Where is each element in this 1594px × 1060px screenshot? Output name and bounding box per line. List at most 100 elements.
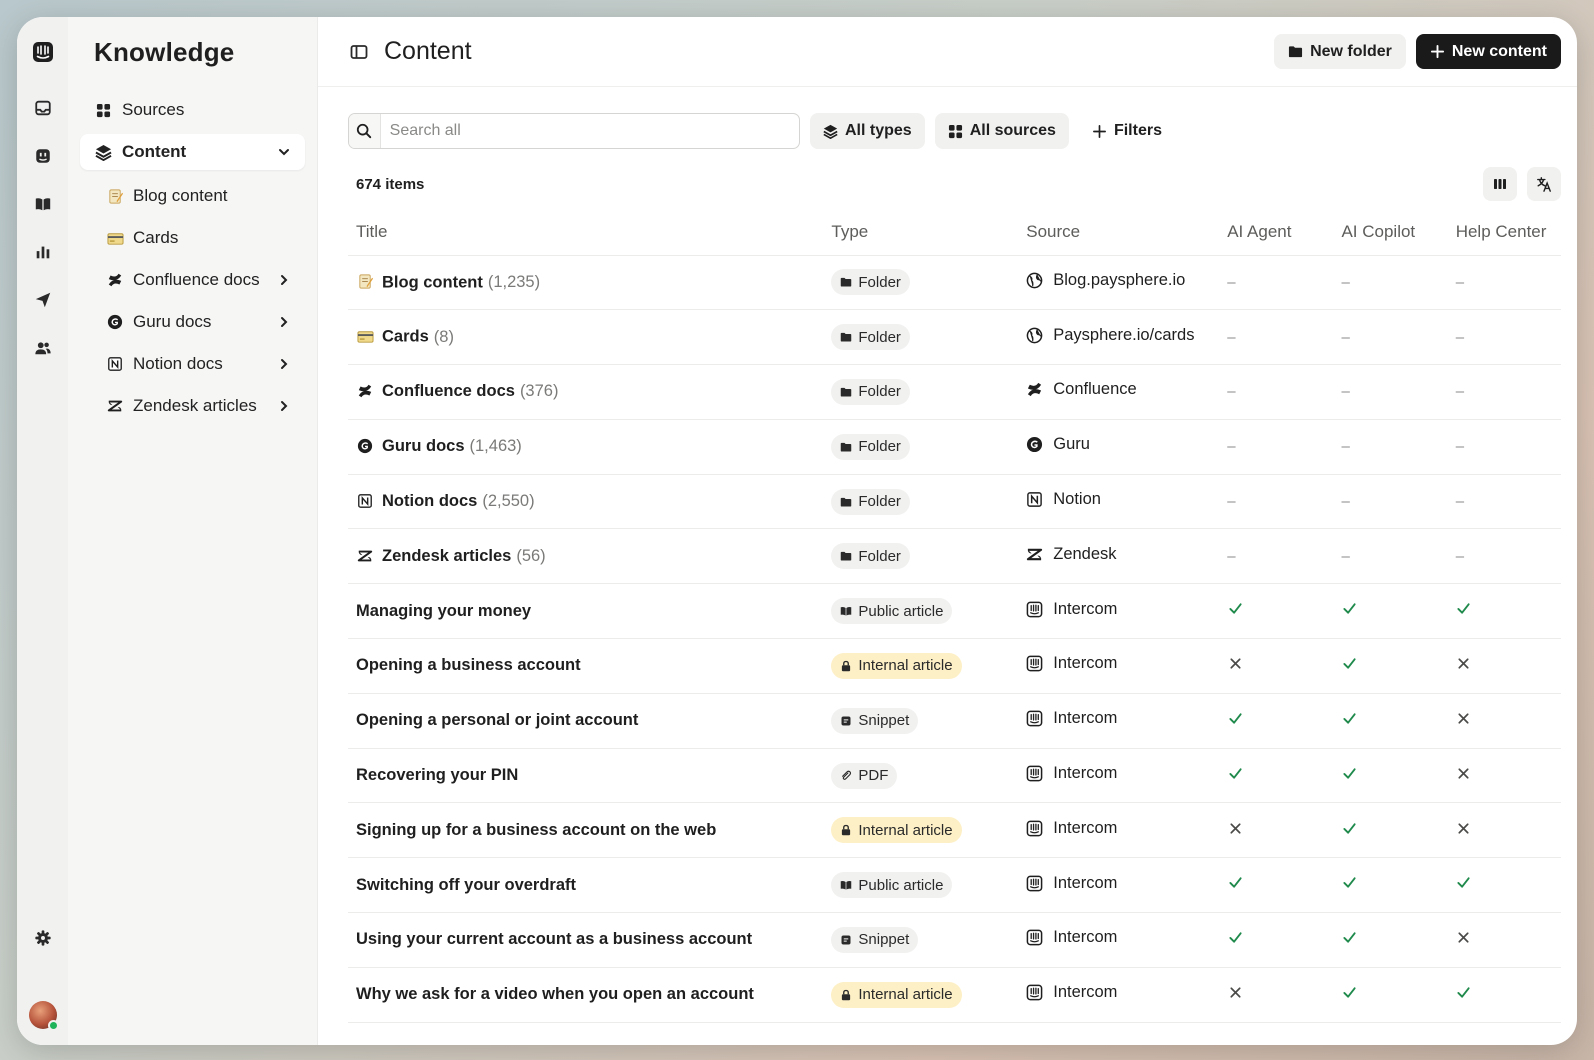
row-title: Why we ask for a video when you open an … (356, 985, 754, 1004)
empty-value: – (1227, 383, 1236, 401)
title-cell[interactable]: Guru docs (1,463) (348, 419, 824, 475)
empty-value: – (1455, 383, 1465, 401)
source-column-cell: Intercom (1018, 693, 1220, 749)
sidebar-folder-item[interactable]: Notion docs (80, 344, 305, 384)
table-row[interactable]: Managing your money Public article Interco… (348, 583, 1561, 640)
table-row[interactable]: Signing up for a business account on the… (348, 802, 1561, 859)
title-cell[interactable]: Blog content (1,235) (348, 255, 824, 311)
fin-icon[interactable] (30, 143, 56, 169)
column-header-type[interactable]: Type (823, 210, 1019, 256)
intercom-icon (1026, 601, 1043, 618)
sidebar-item-label: Content (122, 142, 187, 161)
new-content-button[interactable]: New content (1415, 34, 1561, 69)
chevron-down-icon[interactable] (277, 145, 291, 159)
cross-icon (1456, 820, 1472, 836)
search-input[interactable] (380, 122, 799, 140)
guru-icon (1026, 436, 1043, 453)
help-center-cell: – (1447, 255, 1561, 311)
table-row[interactable]: Opening a personal or joint account Snipp… (348, 693, 1561, 749)
column-header-ai-copilot[interactable]: AI Copilot (1333, 210, 1448, 256)
table-row[interactable]: Cards (8) Folder Paysphere.io/cards – – – (348, 309, 1561, 366)
columns-button[interactable] (1483, 167, 1517, 201)
table-row[interactable]: Opening a business account Internal artic… (348, 638, 1561, 694)
ai-agent-cell: – (1219, 255, 1334, 311)
intercom-icon (1026, 765, 1043, 782)
title-cell[interactable]: Managing your money (348, 583, 824, 640)
ai-agent-cell (1219, 693, 1334, 749)
confluence-icon (106, 271, 124, 289)
row-title: Cards (382, 327, 429, 346)
column-header-help-center[interactable]: Help Center (1447, 210, 1561, 256)
sidebar-folder-item[interactable]: Confluence docs (80, 260, 305, 300)
title-cell[interactable]: Zendesk articles (56) (348, 528, 824, 585)
ai-copilot-cell: – (1333, 474, 1448, 530)
reports-icon[interactable] (30, 239, 56, 265)
sidebar-folder-item[interactable]: Cards (80, 218, 305, 258)
title-cell[interactable]: Recovering your PIN (348, 748, 824, 804)
chevron-right-icon[interactable] (277, 273, 291, 287)
contacts-icon[interactable] (30, 335, 56, 361)
book-icon[interactable] (30, 191, 56, 217)
new-folder-button[interactable]: New folder (1274, 34, 1406, 69)
title-cell[interactable]: Using your current account as a business… (348, 912, 824, 968)
empty-value: – (1455, 328, 1465, 346)
sidebar-item-content[interactable]: Content (80, 134, 305, 170)
check-icon (1227, 875, 1243, 891)
table-row[interactable]: Zendesk articles (56) Folder Zendesk – – – (348, 528, 1561, 585)
title-cell[interactable]: Notion docs (2,550) (348, 474, 824, 530)
chevron-right-icon[interactable] (277, 315, 291, 329)
row-item-count: (1,235) (487, 273, 541, 292)
title-cell[interactable]: Opening a business account (348, 638, 824, 694)
ai-copilot-cell: – (1333, 255, 1448, 311)
intercom-logo-icon[interactable] (30, 39, 56, 65)
chevron-right-icon[interactable] (277, 399, 291, 413)
table-row[interactable]: Confluence docs (376) Folder Confluence – – – (348, 364, 1561, 420)
sidebar-folder-item[interactable]: Guru docs (80, 302, 305, 342)
table-row[interactable]: Guru docs (1,463) Folder Guru – – – (348, 419, 1561, 475)
title-cell[interactable]: Cards (8) (348, 309, 824, 366)
table-row[interactable]: Using your current account as a business… (348, 912, 1561, 968)
title-cell[interactable]: Opening a personal or joint account (348, 693, 824, 749)
type-cell: Folder (823, 255, 1019, 311)
help-center-cell (1447, 967, 1561, 1023)
chevron-right-icon[interactable] (277, 357, 291, 371)
icon-rail (17, 17, 68, 1045)
avatar[interactable] (28, 1001, 59, 1031)
sidebar-folder-item[interactable]: Blog content (80, 176, 305, 216)
paperclip-icon (842, 770, 852, 780)
table-row[interactable]: Blog content (1,235) Folder Blog.paysphere.… (348, 255, 1561, 311)
sidebar-folder-item[interactable]: Zendesk articles (80, 386, 305, 426)
table-row[interactable]: Recovering your PIN PDF Intercom (348, 748, 1561, 804)
sidebar-toggle-icon[interactable] (350, 43, 368, 61)
source-cell: Intercom (1026, 709, 1117, 728)
empty-value: – (1341, 273, 1350, 291)
empty-value: – (1341, 438, 1350, 456)
title-cell[interactable]: Confluence docs (376) (348, 364, 824, 420)
inbox-icon[interactable] (30, 95, 56, 121)
title-cell[interactable]: Switching off your overdraft (348, 857, 824, 914)
title-cell[interactable]: Why we ask for a video when you open an … (348, 967, 824, 1023)
globe-icon (1026, 327, 1043, 344)
row-title: Notion docs (382, 492, 478, 511)
all-types-filter[interactable]: All types (810, 113, 925, 149)
column-header-ai-agent[interactable]: AI Agent (1219, 210, 1334, 256)
folder-icon (841, 497, 852, 507)
row-title: Opening a personal or joint account (356, 711, 639, 730)
add-filter-button[interactable]: Filters (1079, 113, 1175, 149)
table-row[interactable]: Switching off your overdraft Public artic… (348, 857, 1561, 914)
column-header-title[interactable]: Title (348, 210, 824, 256)
type-badge: Snippet (831, 707, 919, 734)
translate-button[interactable] (1527, 167, 1561, 201)
empty-value: – (1341, 328, 1350, 346)
outbound-icon[interactable] (30, 287, 56, 313)
table-row[interactable]: Why we ask for a video when you open an … (348, 967, 1561, 1023)
check-icon (1341, 601, 1357, 617)
empty-value: – (1455, 273, 1465, 291)
table-row[interactable]: Notion docs (2,550) Folder Notion – – – (348, 474, 1561, 530)
all-sources-filter[interactable]: All sources (934, 113, 1069, 149)
ai-copilot-cell (1333, 857, 1448, 914)
title-cell[interactable]: Signing up for a business account on the… (348, 802, 824, 859)
column-header-source[interactable]: Source (1018, 210, 1220, 256)
settings-icon[interactable] (30, 925, 56, 951)
sidebar-item-sources[interactable]: Sources (80, 92, 305, 128)
